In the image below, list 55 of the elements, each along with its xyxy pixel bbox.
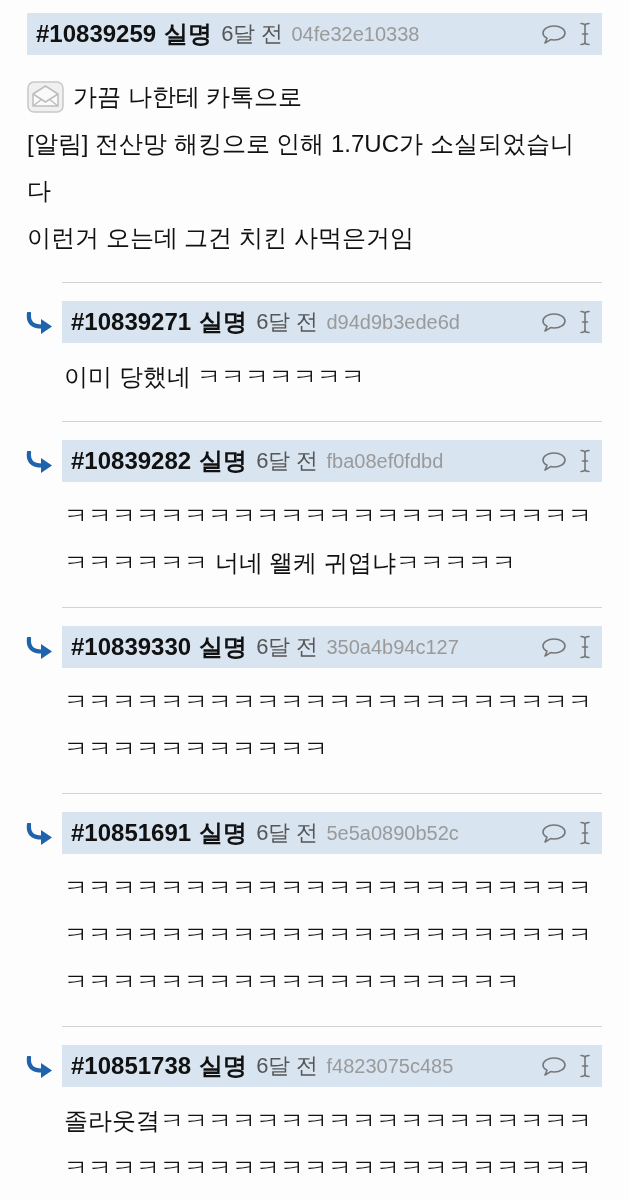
comment-text: ㅋㅋㅋㅋㅋㅋㅋㅋㅋㅋㅋㅋㅋㅋㅋㅋㅋㅋㅋㅋㅋㅋ — [64, 873, 592, 903]
author-name: 실명 — [199, 635, 248, 659]
comment-text: ㅋㅋㅋㅋㅋㅋ 너네 왤케 귀엽냐ㅋㅋㅋㅋㅋ — [64, 548, 516, 578]
reply-arrow-icon — [25, 451, 52, 474]
reply-arrow-icon — [25, 312, 52, 335]
speech-bubble-icon[interactable] — [542, 451, 566, 471]
comment-time: 6달 전 — [256, 450, 319, 472]
text-cursor-icon[interactable] — [579, 449, 591, 473]
comment-number: #10839259 — [36, 22, 157, 46]
comment-time: 6달 전 — [256, 311, 319, 333]
comment-hash: f4823075c485 — [326, 1056, 454, 1076]
comment-hash: 5e5a0890b52c — [326, 823, 459, 843]
comment-number: #10839330 — [71, 635, 192, 659]
text-cursor-icon[interactable] — [579, 1054, 591, 1078]
reply-arrow-icon — [25, 637, 52, 660]
comment-number: #10839282 — [71, 449, 192, 473]
speech-bubble-icon[interactable] — [542, 24, 566, 44]
comment-hash: 350a4b94c127 — [326, 637, 459, 657]
text-cursor-icon[interactable] — [579, 821, 591, 845]
comment-time: 6달 전 — [221, 23, 284, 45]
author-name: 실명 — [199, 821, 248, 845]
comment-text: ㅋㅋㅋㅋㅋㅋㅋㅋㅋㅋㅋㅋㅋㅋㅋㅋㅋㅋㅋㅋㅋㅋ — [64, 687, 592, 717]
comment-text: 가끔 나한테 카톡으로 — [73, 82, 303, 112]
comment-hash: d94d9b3ede6d — [326, 312, 460, 332]
comment-text: [알림] 전산망 해킹으로 인해 1.7UC가 소실되었습니 — [27, 129, 574, 159]
comment-time: 6달 전 — [256, 822, 319, 844]
comment-text: 이미 당했네 ㅋㅋㅋㅋㅋㅋㅋ — [64, 362, 366, 392]
speech-bubble-icon[interactable] — [542, 312, 566, 332]
speech-bubble-icon[interactable] — [542, 823, 566, 843]
text-cursor-icon[interactable] — [579, 22, 591, 46]
author-name: 실명 — [199, 1054, 248, 1078]
speech-bubble-icon[interactable] — [542, 637, 566, 657]
text-cursor-icon[interactable] — [579, 635, 591, 659]
speech-bubble-icon[interactable] — [542, 1056, 566, 1076]
comment-hash: fba08ef0fdbd — [326, 451, 444, 471]
comment-time: 6달 전 — [256, 636, 319, 658]
comment-text: 다 — [27, 176, 51, 206]
comment-text: ㅋㅋㅋㅋㅋㅋㅋㅋㅋㅋㅋㅋㅋㅋㅋㅋㅋㅋㅋㅋㅋㅋ — [64, 501, 592, 531]
comment-text: ㅋㅋㅋㅋㅋㅋㅋㅋㅋㅋㅋㅋㅋㅋㅋㅋㅋㅋㅋㅋㅋㅋ — [64, 920, 592, 950]
comment-number: #10839271 — [71, 310, 192, 334]
comment-text: 이런거 오는데 그건 치킨 사먹은거임 — [27, 223, 414, 253]
comment-number: #10851691 — [71, 821, 192, 845]
comment-text: ㅋㅋㅋㅋㅋㅋㅋㅋㅋㅋㅋ — [64, 734, 328, 764]
comment-time: 6달 전 — [256, 1055, 319, 1077]
comment-text: 졸라웃곀ㅋㅋㅋㅋㅋㅋㅋㅋㅋㅋㅋㅋㅋㅋㅋㅋㅋㅋ — [64, 1106, 592, 1136]
text-cursor-icon[interactable] — [579, 310, 591, 334]
comment-hash: 04fe32e10338 — [291, 24, 420, 44]
reply-arrow-icon — [25, 1056, 52, 1079]
author-name: 실명 — [164, 22, 213, 46]
author-name: 실명 — [199, 449, 248, 473]
author-name: 실명 — [199, 310, 248, 334]
comment-text: ㅋㅋㅋㅋㅋㅋㅋㅋㅋㅋㅋㅋㅋㅋㅋㅋㅋㅋㅋ — [64, 967, 520, 997]
comment-text: ㅋㅋㅋㅋㅋㅋㅋㅋㅋㅋㅋㅋㅋㅋㅋㅋㅋㅋㅋㅋㅋㅋ — [64, 1153, 592, 1183]
reply-arrow-icon — [25, 823, 52, 846]
comment-number: #10851738 — [71, 1054, 192, 1078]
